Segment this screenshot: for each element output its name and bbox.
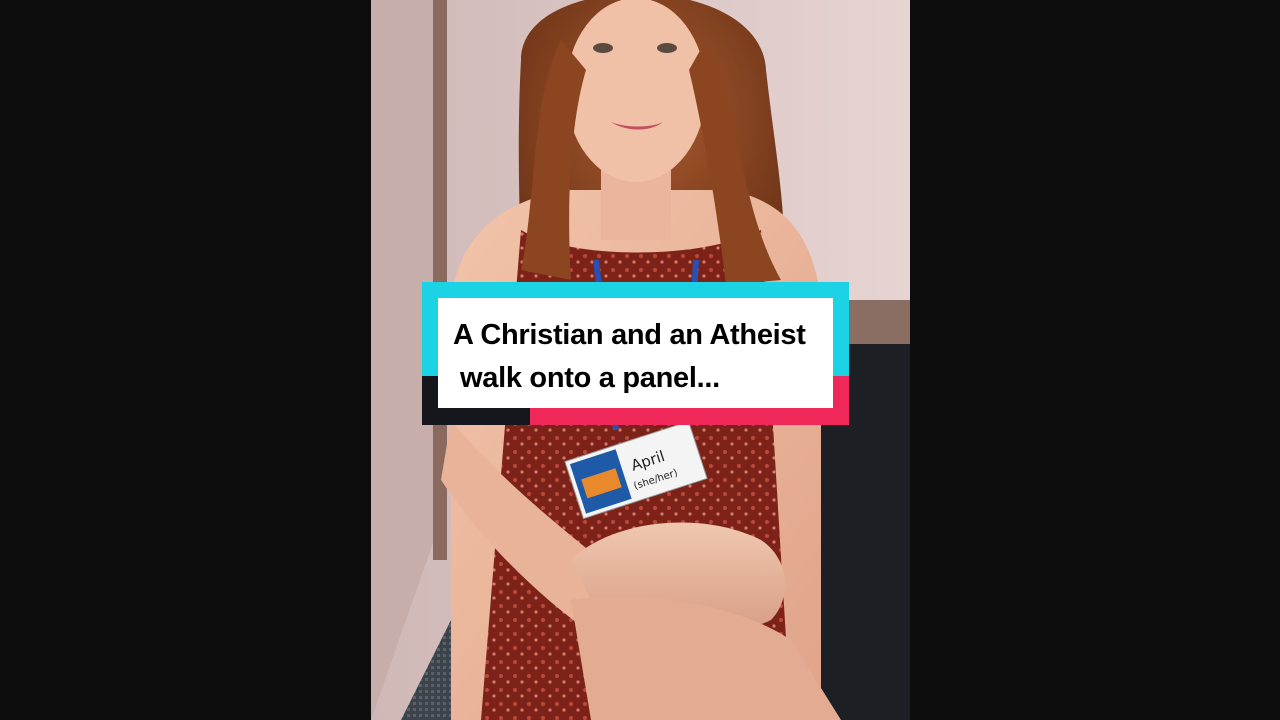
caption-line-2: walk onto a panel... <box>460 362 720 394</box>
caption-text: A Christian and an Atheist walk onto a p… <box>453 314 843 400</box>
video-frame: April (she/her) A Christian and an Athei… <box>0 0 1280 720</box>
caption-overlay: A Christian and an Atheist walk onto a p… <box>422 282 849 425</box>
caption-line-1: A Christian and an Atheist <box>453 319 806 351</box>
